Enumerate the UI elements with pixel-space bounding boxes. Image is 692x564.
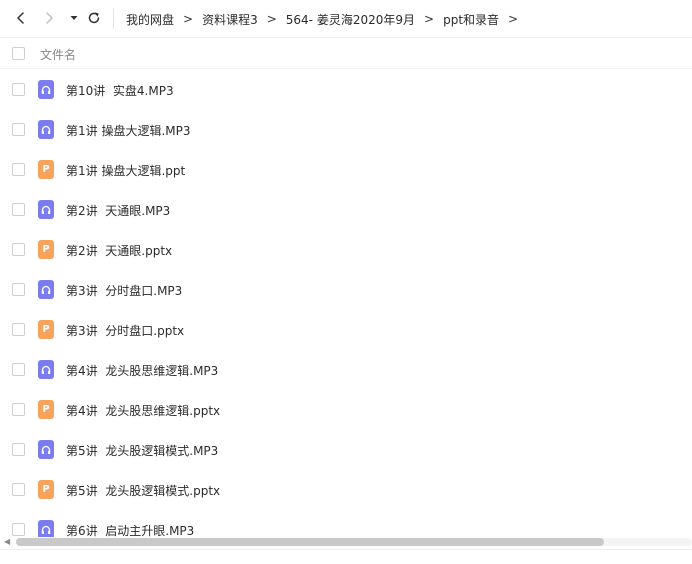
- breadcrumb-item-current-folder[interactable]: ppt和录音: [443, 11, 499, 28]
- breadcrumb-item-my-drive[interactable]: 我的网盘: [126, 11, 174, 28]
- breadcrumb-separator: >: [183, 12, 194, 26]
- forward-button[interactable]: [40, 9, 58, 27]
- toolbar: 我的网盘 > 资料课程3 > 564- 姜灵海2020年9月 > ppt和录音 …: [0, 0, 692, 38]
- ppt-file-icon: P: [38, 480, 54, 499]
- file-name: 第5讲 龙头股逻辑模式.pptx: [66, 484, 221, 498]
- file-name: 第2讲 天通眼.MP3: [66, 204, 171, 218]
- file-name: 第1讲 操盘大逻辑.MP3: [66, 124, 191, 138]
- column-header-filename[interactable]: 文件名: [40, 46, 76, 63]
- file-row[interactable]: 第3讲 分时盘口.MP3: [0, 270, 692, 310]
- file-row[interactable]: 第2讲 天通眼.MP3: [0, 190, 692, 230]
- breadcrumb-item-course-materials[interactable]: 资料课程3: [202, 11, 258, 28]
- file-name: 第1讲 操盘大逻辑.ppt: [66, 164, 186, 178]
- breadcrumb-separator: >: [266, 12, 277, 26]
- breadcrumb-item-course-folder[interactable]: 564- 姜灵海2020年9月: [286, 11, 415, 28]
- history-dropdown-button[interactable]: [65, 9, 83, 27]
- audio-file-icon: [38, 200, 54, 219]
- file-name: 第2讲 天通眼.pptx: [66, 244, 173, 258]
- toolbar-divider: [113, 9, 114, 29]
- row-checkbox[interactable]: [12, 443, 25, 456]
- refresh-icon: [88, 12, 100, 24]
- row-checkbox[interactable]: [12, 283, 25, 296]
- row-checkbox[interactable]: [12, 363, 25, 376]
- row-checkbox[interactable]: [12, 403, 25, 416]
- file-row[interactable]: P 第1讲 操盘大逻辑.ppt: [0, 150, 692, 190]
- ppt-file-icon: P: [38, 400, 54, 419]
- chevron-left-icon: [17, 12, 24, 24]
- select-all-checkbox[interactable]: [12, 47, 25, 60]
- chevron-right-icon: [46, 12, 53, 24]
- bottom-divider: [0, 549, 692, 550]
- file-name: 第5讲 龙头股逻辑模式.MP3: [66, 444, 219, 458]
- ppt-file-icon: P: [38, 320, 54, 339]
- file-name: 第10讲 实盘4.MP3: [66, 84, 174, 98]
- file-row[interactable]: 第5讲 龙头股逻辑模式.MP3: [0, 430, 692, 470]
- file-row[interactable]: P 第4讲 龙头股思维逻辑.pptx: [0, 390, 692, 430]
- horizontal-scrollbar[interactable]: ◀: [0, 536, 692, 548]
- row-checkbox[interactable]: [12, 323, 25, 336]
- row-checkbox[interactable]: [12, 483, 25, 496]
- file-row[interactable]: 第6讲 启动主升眼.MP3: [0, 510, 692, 537]
- caret-down-icon: [70, 16, 78, 20]
- file-row[interactable]: 第10讲 实盘4.MP3: [0, 70, 692, 110]
- row-checkbox[interactable]: [12, 83, 25, 96]
- back-button[interactable]: [12, 9, 30, 27]
- file-list: 第10讲 实盘4.MP3 第1讲 操盘大逻辑.MP3 P 第1讲 操盘大逻辑.p…: [0, 70, 692, 537]
- file-row[interactable]: P 第5讲 龙头股逻辑模式.pptx: [0, 470, 692, 510]
- ppt-file-icon: P: [38, 240, 54, 259]
- file-name: 第3讲 分时盘口.MP3: [66, 284, 183, 298]
- file-list-header: 文件名: [0, 38, 692, 69]
- file-name: 第3讲 分时盘口.pptx: [66, 324, 185, 338]
- row-checkbox[interactable]: [12, 523, 25, 536]
- scrollbar-thumb[interactable]: [16, 538, 604, 546]
- row-checkbox[interactable]: [12, 203, 25, 216]
- scroll-left-icon[interactable]: ◀: [4, 537, 12, 547]
- file-name: 第4讲 龙头股思维逻辑.pptx: [66, 404, 221, 418]
- scrollbar-track[interactable]: [16, 538, 692, 546]
- audio-file-icon: [38, 80, 54, 99]
- file-name: 第6讲 启动主升眼.MP3: [66, 524, 195, 537]
- breadcrumb-separator: >: [508, 12, 519, 26]
- file-name: 第4讲 龙头股思维逻辑.MP3: [66, 364, 219, 378]
- audio-file-icon: [38, 120, 54, 139]
- file-row[interactable]: P 第3讲 分时盘口.pptx: [0, 310, 692, 350]
- refresh-button[interactable]: [85, 9, 103, 27]
- audio-file-icon: [38, 280, 54, 299]
- file-row[interactable]: P 第2讲 天通眼.pptx: [0, 230, 692, 270]
- breadcrumb: 我的网盘 > 资料课程3 > 564- 姜灵海2020年9月 > ppt和录音 …: [126, 9, 527, 29]
- breadcrumb-separator: >: [424, 12, 435, 26]
- file-row[interactable]: 第1讲 操盘大逻辑.MP3: [0, 110, 692, 150]
- row-checkbox[interactable]: [12, 163, 25, 176]
- audio-file-icon: [38, 360, 54, 379]
- row-checkbox[interactable]: [12, 123, 25, 136]
- row-checkbox[interactable]: [12, 243, 25, 256]
- file-row[interactable]: 第4讲 龙头股思维逻辑.MP3: [0, 350, 692, 390]
- audio-file-icon: [38, 520, 54, 537]
- audio-file-icon: [38, 440, 54, 459]
- ppt-file-icon: P: [38, 160, 54, 179]
